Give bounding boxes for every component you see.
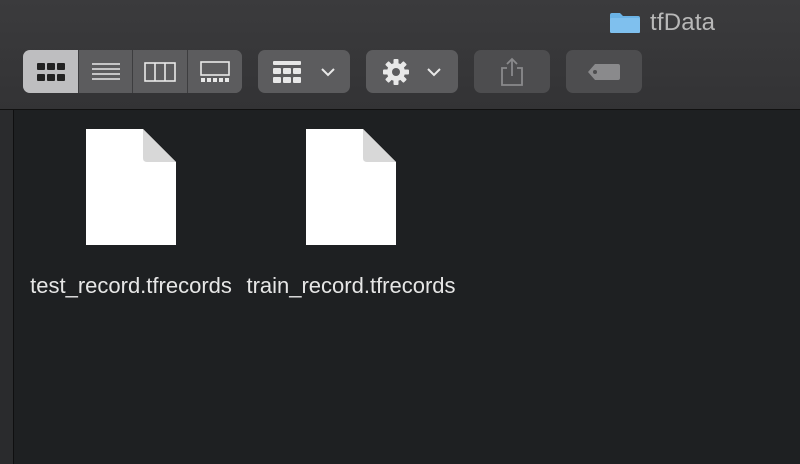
file-name: test_record.tfrecords [30,273,232,298]
window-title: tfData [609,9,715,37]
view-mode-control [23,50,242,93]
grid-icon [36,62,65,81]
icon-view-button[interactable] [23,50,80,93]
column-view-button[interactable] [133,50,188,93]
gallery-icon [199,60,230,82]
chevron-down-icon [427,67,441,76]
action-button[interactable] [366,50,458,93]
tag-button[interactable] [566,50,642,93]
chevron-down-icon [321,67,335,76]
document-icon [86,129,176,245]
titlebar: tfData [0,0,800,110]
document-icon [306,129,396,245]
group-grid-icon [273,60,301,83]
file-name: train_record.tfrecords [246,273,456,298]
list-icon [91,62,120,80]
file-item[interactable]: test_record.tfrecords [21,128,241,302]
sidebar-edge [0,110,14,464]
folder-icon [609,12,641,34]
share-icon [501,57,523,86]
share-button[interactable] [474,50,550,93]
group-by-button[interactable] [258,50,350,93]
gallery-view-button[interactable] [187,50,242,93]
window-title-text: tfData [650,9,716,36]
gear-icon [383,58,409,85]
tag-icon [588,63,620,80]
columns-icon [143,61,176,82]
list-view-button[interactable] [79,50,133,93]
file-item[interactable]: train_record.tfrecords [241,128,461,302]
finder-window: tfData test_record.tfrecords train_recor… [0,0,800,464]
